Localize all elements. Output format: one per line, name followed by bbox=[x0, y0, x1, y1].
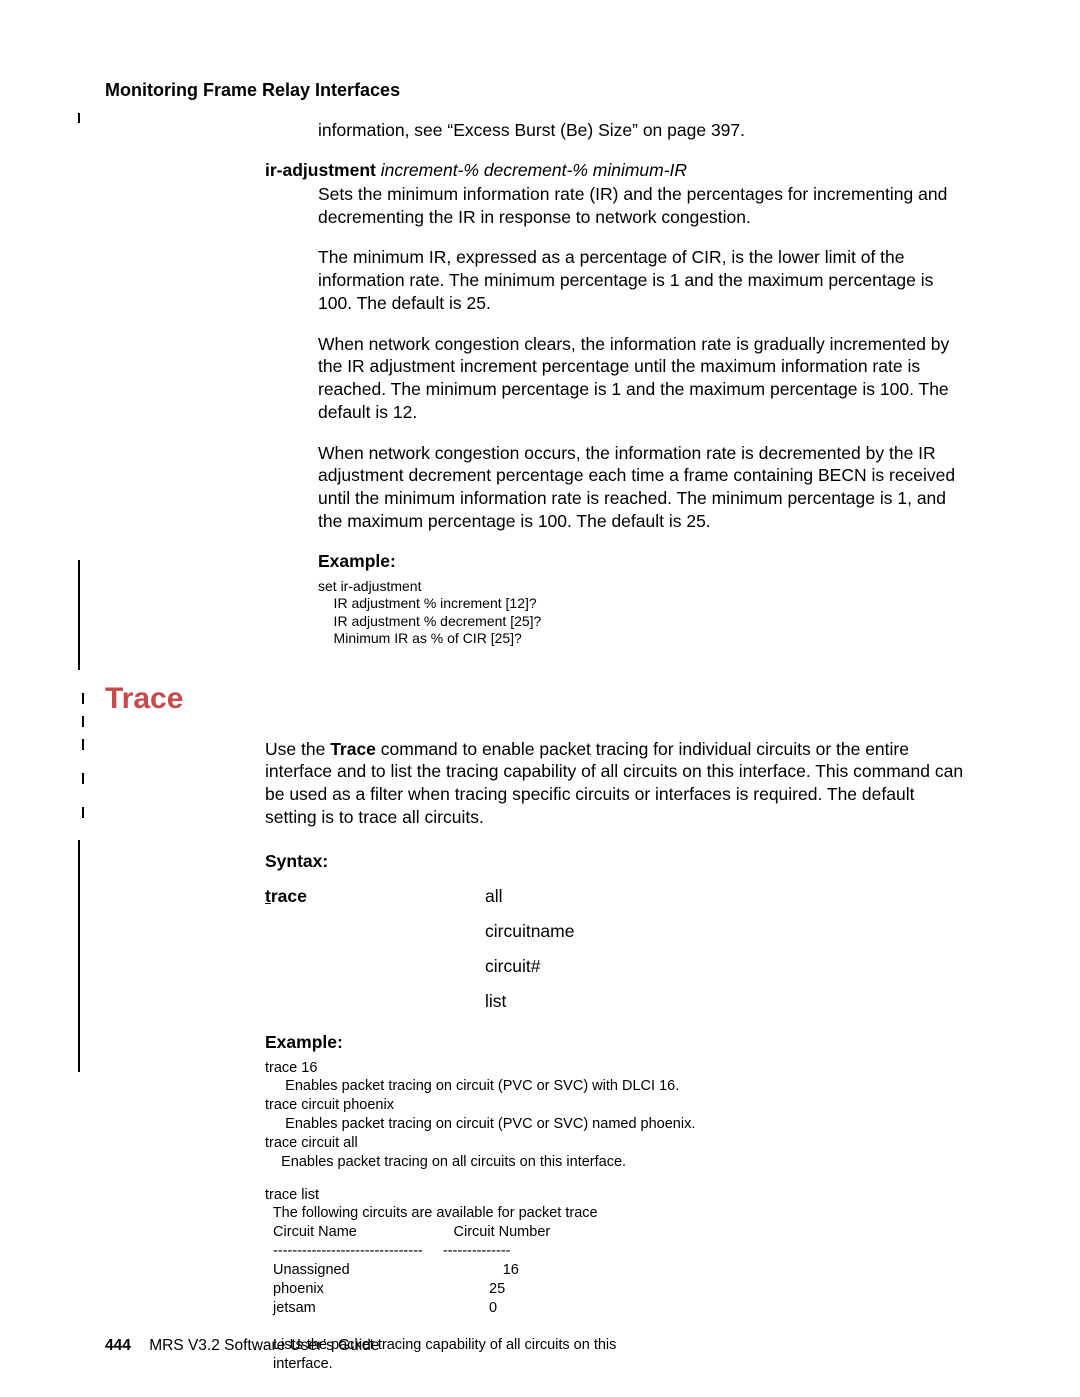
syntax-arg-circuitname: circuitname bbox=[485, 921, 574, 942]
example1-code: set ir-adjustment IR adjustment % increm… bbox=[318, 578, 970, 648]
ir-adjust-p4: When network congestion occurs, the info… bbox=[318, 442, 970, 533]
running-head: Monitoring Frame Relay Interfaces bbox=[105, 80, 970, 101]
syntax-row-all: trace all bbox=[265, 886, 970, 907]
footer-title: MRS V3.2 Software User’s Guide bbox=[149, 1337, 379, 1354]
syntax-cmd: trace bbox=[265, 886, 485, 907]
term-name: ir-adjustment bbox=[265, 160, 376, 180]
footer: 444 MRS V3.2 Software User’s Guide bbox=[105, 1337, 380, 1355]
trace-intro: Use the Trace command to enable packet t… bbox=[265, 738, 970, 829]
intro-continuation: information, see “Excess Burst (Be) Size… bbox=[318, 119, 970, 142]
syntax-row-circuitname: circuitname bbox=[265, 921, 970, 942]
syntax-label: Syntax: bbox=[265, 851, 970, 872]
trace-heading: Trace bbox=[105, 682, 970, 716]
trace-example-block1: trace 16 Enables packet tracing on circu… bbox=[265, 1059, 970, 1172]
page-number: 444 bbox=[105, 1337, 131, 1354]
syntax-arg-all: all bbox=[485, 886, 503, 907]
syntax-row-circuitnum: circuit# bbox=[265, 956, 970, 977]
syntax-row-list: list bbox=[265, 991, 970, 1012]
example2-label: Example: bbox=[265, 1032, 970, 1053]
ir-adjust-p2: The minimum IR, expressed as a percentag… bbox=[318, 246, 970, 314]
ir-adjust-p1: Sets the minimum information rate (IR) a… bbox=[318, 183, 970, 229]
ir-adjustment-term: ir-adjustment increment-% decrement-% mi… bbox=[265, 160, 970, 181]
example1-label: Example: bbox=[318, 551, 970, 572]
ir-adjust-p3: When network congestion clears, the info… bbox=[318, 333, 970, 424]
syntax-arg-circuitnum: circuit# bbox=[485, 956, 540, 977]
syntax-arg-list: list bbox=[485, 991, 506, 1012]
